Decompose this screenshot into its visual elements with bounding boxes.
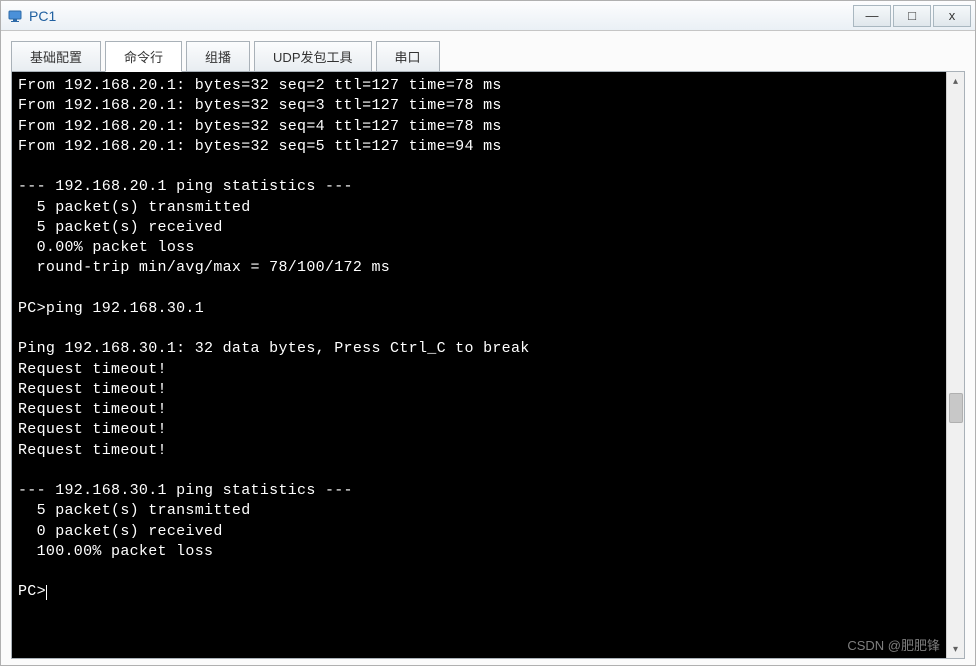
scrollbar-thumb[interactable]	[949, 393, 963, 423]
scrollbar: ▴ ▾	[946, 72, 964, 658]
terminal-output[interactable]: From 192.168.20.1: bytes=32 seq=2 ttl=12…	[12, 72, 946, 658]
scroll-down-arrow-icon[interactable]: ▾	[947, 640, 965, 658]
window-title: PC1	[29, 8, 56, 24]
tab-udp-tool[interactable]: UDP发包工具	[254, 41, 371, 72]
terminal-wrapper: From 192.168.20.1: bytes=32 seq=2 ttl=12…	[11, 71, 965, 659]
tab-bar: 基础配置 命令行 组播 UDP发包工具 串口	[11, 41, 965, 72]
app-icon	[7, 8, 23, 24]
titlebar-left: PC1	[7, 8, 56, 24]
close-button[interactable]: x	[933, 5, 971, 27]
tab-multicast[interactable]: 组播	[186, 41, 250, 72]
scrollbar-track[interactable]	[947, 90, 965, 640]
tab-basic-config[interactable]: 基础配置	[11, 41, 101, 72]
tab-command-line[interactable]: 命令行	[105, 41, 182, 72]
maximize-button[interactable]: □	[893, 5, 931, 27]
app-window: PC1 — □ x 基础配置 命令行 组播 UDP发包工具 串口 From 19…	[0, 0, 976, 666]
minimize-button[interactable]: —	[853, 5, 891, 27]
scroll-up-arrow-icon[interactable]: ▴	[947, 72, 965, 90]
tab-serial[interactable]: 串口	[376, 41, 440, 72]
content-area: 基础配置 命令行 组播 UDP发包工具 串口 From 192.168.20.1…	[1, 31, 975, 665]
window-controls: — □ x	[851, 5, 971, 27]
titlebar[interactable]: PC1 — □ x	[1, 1, 975, 31]
